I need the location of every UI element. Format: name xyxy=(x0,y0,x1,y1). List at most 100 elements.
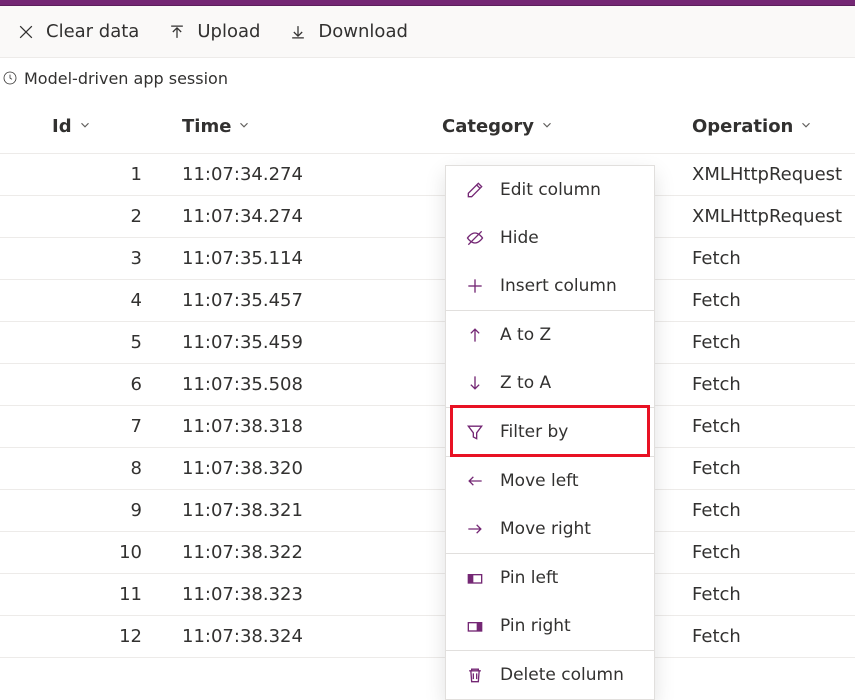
menu-item-filter-by[interactable]: Filter by xyxy=(446,408,654,456)
menu-item-label: Delete column xyxy=(500,665,624,685)
column-header-id[interactable]: Id xyxy=(40,100,170,154)
table-row[interactable]: 911:07:38.321 Fetch xyxy=(0,490,855,532)
cell-id: 11 xyxy=(40,574,170,616)
edit-icon xyxy=(464,179,486,201)
close-icon xyxy=(16,22,36,42)
menu-item-label: Pin right xyxy=(500,616,571,636)
hide-icon xyxy=(464,227,486,249)
table-row[interactable]: 1011:07:38.322 Fetch xyxy=(0,532,855,574)
cell-id: 5 xyxy=(40,322,170,364)
menu-item-pin-right[interactable]: Pin right xyxy=(446,602,654,650)
arrow-up-icon xyxy=(464,324,486,346)
cell-time: 11:07:38.322 xyxy=(170,532,430,574)
cell-id: 7 xyxy=(40,406,170,448)
menu-item-hide[interactable]: Hide xyxy=(446,214,654,262)
pin-left-icon xyxy=(464,567,486,589)
column-header-operation[interactable]: Operation xyxy=(680,100,855,154)
menu-item-a-to-z[interactable]: A to Z xyxy=(446,311,654,359)
column-header-category[interactable]: Category xyxy=(430,100,680,154)
cell-id: 9 xyxy=(40,490,170,532)
cell-time: 11:07:38.324 xyxy=(170,616,430,658)
table-row[interactable]: 411:07:35.457 Fetch xyxy=(0,280,855,322)
cell-operation: Fetch xyxy=(680,280,855,322)
clear-data-label: Clear data xyxy=(46,21,139,42)
menu-item-z-to-a[interactable]: Z to A xyxy=(446,359,654,407)
column-header-time[interactable]: Time xyxy=(170,100,430,154)
data-table: Id Time Category xyxy=(0,100,855,696)
download-label: Download xyxy=(318,21,407,42)
table-row[interactable]: 511:07:35.459 Fetch xyxy=(0,322,855,364)
table-row[interactable]: 1111:07:38.323 Fetch xyxy=(0,574,855,616)
table-row[interactable]: 311:07:35.114 Fetch xyxy=(0,238,855,280)
upload-icon xyxy=(167,22,187,42)
cell-time: 11:07:34.274 xyxy=(170,154,430,196)
cell-id: 1 xyxy=(40,154,170,196)
chevron-down-icon xyxy=(540,116,554,137)
chevron-down-icon xyxy=(78,116,92,137)
menu-item-label: Move left xyxy=(500,471,579,491)
breadcrumb-label: Model-driven app session xyxy=(24,69,228,88)
pin-right-icon xyxy=(464,615,486,637)
table-row[interactable]: 211:07:34.274XMLHttpRequest xyxy=(0,196,855,238)
menu-item-label: Edit column xyxy=(500,180,601,200)
cell-operation: XMLHttpRequest xyxy=(680,154,855,196)
cell-operation: Fetch xyxy=(680,322,855,364)
chevron-down-icon xyxy=(799,116,813,137)
clear-data-button[interactable]: Clear data xyxy=(16,21,139,42)
download-button[interactable]: Download xyxy=(288,21,407,42)
cell-operation: Fetch xyxy=(680,616,855,658)
menu-item-label: Hide xyxy=(500,228,539,248)
column-context-menu: Edit column Hide Insert column A to Z Z to A… xyxy=(445,165,655,700)
cell-time: 11:07:38.318 xyxy=(170,406,430,448)
cell-time: 11:07:38.320 xyxy=(170,448,430,490)
table-row[interactable]: 811:07:38.320Fetch xyxy=(0,448,855,490)
menu-item-label: Insert column xyxy=(500,276,617,296)
table-row[interactable]: 711:07:38.318 Fetch xyxy=(0,406,855,448)
arrow-left-icon xyxy=(464,470,486,492)
cell-operation: Fetch xyxy=(680,532,855,574)
menu-item-move-right[interactable]: Move right xyxy=(446,505,654,553)
cell-time: 11:07:35.457 xyxy=(170,280,430,322)
upload-button[interactable]: Upload xyxy=(167,21,260,42)
table-row[interactable]: 111:07:34.274 XMLHttpRequest xyxy=(0,154,855,196)
trash-icon xyxy=(464,664,486,686)
menu-item-label: Z to A xyxy=(500,373,551,393)
clock-icon xyxy=(2,70,18,86)
upload-label: Upload xyxy=(197,21,260,42)
column-header-time-label: Time xyxy=(182,116,231,137)
cell-operation: Fetch xyxy=(680,238,855,280)
toolbar: Clear data Upload Download xyxy=(0,6,855,58)
menu-item-label: Filter by xyxy=(500,422,568,442)
cell-time: 11:07:35.114 xyxy=(170,238,430,280)
cell-id: 4 xyxy=(40,280,170,322)
column-header-id-label: Id xyxy=(52,116,72,137)
column-header-row: Id Time Category xyxy=(0,100,855,154)
breadcrumb-bar: Model-driven app session xyxy=(0,58,855,98)
cell-operation: Fetch xyxy=(680,406,855,448)
cell-time: 11:07:38.323 xyxy=(170,574,430,616)
cell-operation: Fetch xyxy=(680,574,855,616)
menu-item-move-left[interactable]: Move left xyxy=(446,457,654,505)
menu-item-label: Move right xyxy=(500,519,591,539)
plus-icon xyxy=(464,275,486,297)
arrow-down-icon xyxy=(464,372,486,394)
download-icon xyxy=(288,22,308,42)
column-header-category-label: Category xyxy=(442,116,534,137)
cell-id: 8 xyxy=(40,448,170,490)
menu-item-insert-column[interactable]: Insert column xyxy=(446,262,654,310)
menu-item-edit-column[interactable]: Edit column xyxy=(446,166,654,214)
cell-id: 10 xyxy=(40,532,170,574)
cell-time: 11:07:35.459 xyxy=(170,322,430,364)
chevron-down-icon xyxy=(237,116,251,137)
table-row[interactable]: 611:07:35.508Fetch xyxy=(0,364,855,406)
table-row[interactable]: 1211:07:38.324Fetch xyxy=(0,616,855,658)
menu-item-delete-column[interactable]: Delete column xyxy=(446,651,654,699)
menu-item-label: Pin left xyxy=(500,568,558,588)
menu-item-pin-left[interactable]: Pin left xyxy=(446,554,654,602)
cell-id: 6 xyxy=(40,364,170,406)
cell-operation: Fetch xyxy=(680,364,855,406)
cell-id: 3 xyxy=(40,238,170,280)
cell-time: 11:07:38.321 xyxy=(170,490,430,532)
cell-operation: Fetch xyxy=(680,490,855,532)
filter-icon xyxy=(464,421,486,443)
